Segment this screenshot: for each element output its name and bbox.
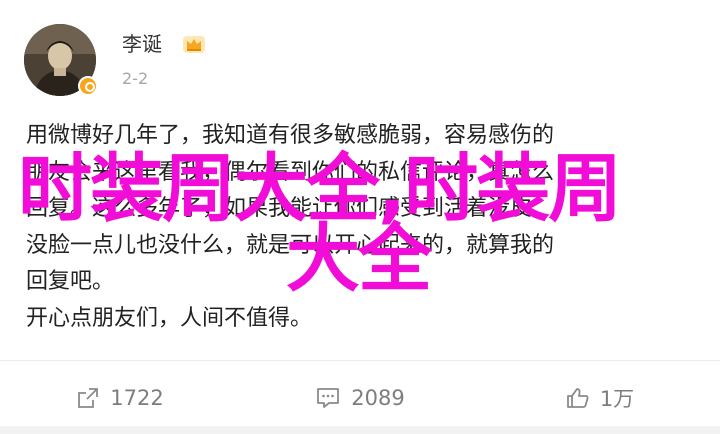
action-bar: 1722 2089 1万 bbox=[0, 361, 720, 434]
post-time: 2-2 bbox=[122, 69, 149, 88]
like-button[interactable]: 1万 bbox=[480, 361, 720, 434]
post-header: 李诞 2-2 bbox=[0, 0, 720, 110]
content-line: 用微博好几年了，我知道有很多敏感脆弱，容易感伤的 bbox=[26, 123, 555, 148]
post-content: 用微博好几年了，我知道有很多敏感脆弱，容易感伤的 朋友会来这里看我，偶尔看到你们… bbox=[26, 118, 706, 337]
verified-badge-icon bbox=[78, 76, 98, 96]
repost-button[interactable]: 1722 bbox=[0, 361, 240, 434]
comment-icon bbox=[317, 387, 340, 408]
repost-count: 1722 bbox=[110, 385, 164, 410]
author-name[interactable]: 李诞 bbox=[122, 30, 162, 58]
weibo-post: 李诞 2-2 用微博好几年了，我知道有很多敏感脆弱，容易感伤的 朋友会来这里看我… bbox=[0, 0, 720, 434]
repost-icon bbox=[78, 387, 99, 408]
thumbs-up-icon bbox=[566, 387, 589, 408]
bottom-separator bbox=[0, 426, 720, 434]
content-line: 回复吧。 bbox=[26, 269, 115, 294]
content-line: 没脸一点儿也没什么，就是可以开心起来的，就算我的 bbox=[26, 232, 555, 258]
comment-count: 2089 bbox=[351, 385, 405, 410]
content-line: 回复。这么多年了，如果我能让你们感受到活着没皮 bbox=[26, 196, 533, 221]
like-count: 1万 bbox=[599, 386, 635, 411]
content-line: 朋友会来这里看我，偶尔看到你们的私信评论，真怎么 bbox=[26, 159, 555, 185]
content-line: 开心点朋友们，人间不值得。 bbox=[26, 305, 313, 331]
crown-icon bbox=[183, 36, 205, 53]
comment-button[interactable]: 2089 bbox=[240, 361, 480, 434]
